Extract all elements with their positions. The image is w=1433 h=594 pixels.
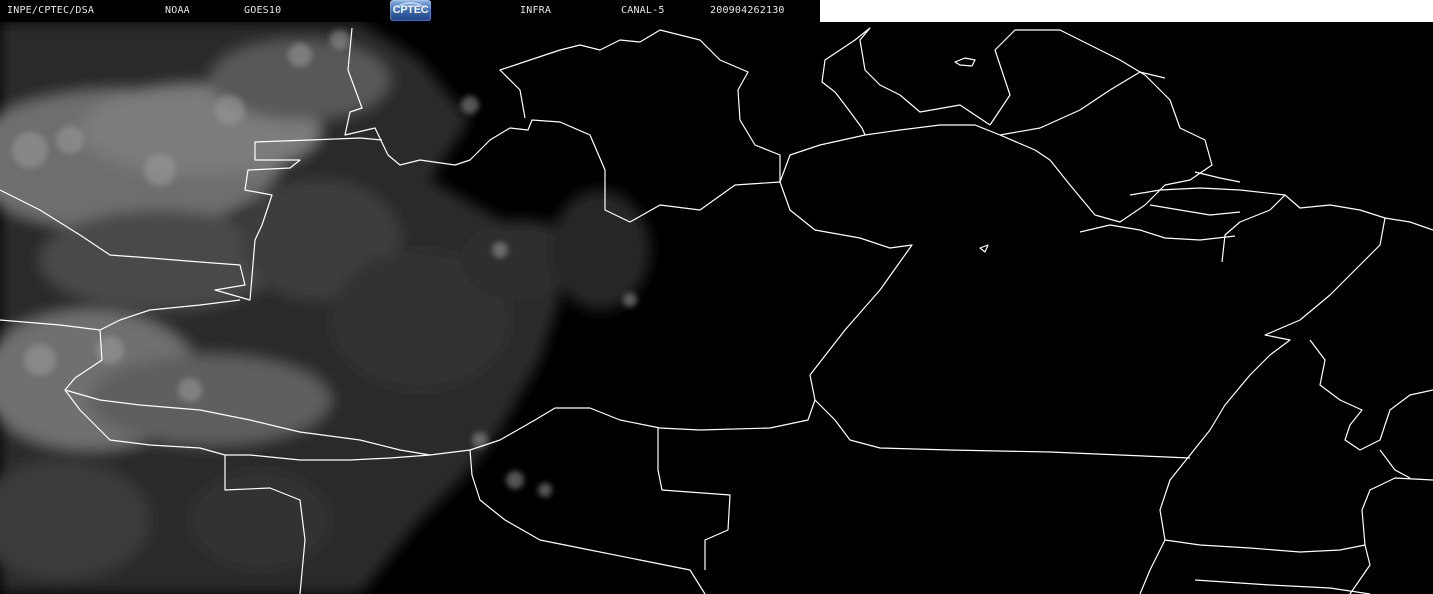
cloud-cover bbox=[0, 22, 650, 594]
satellite-image bbox=[0, 22, 1433, 594]
channel-label: CANAL-5 bbox=[621, 5, 665, 16]
logo-text: CPTEC bbox=[392, 4, 429, 16]
datetime-label: 200904262130 bbox=[710, 5, 785, 16]
image-header: INPE/CPTEC/DSA NOAA GOES10 CPTEC INFRA C… bbox=[0, 0, 820, 22]
agency-label: NOAA bbox=[165, 5, 190, 16]
cptec-logo: CPTEC bbox=[390, 0, 431, 21]
institution-label: INPE/CPTEC/DSA bbox=[7, 5, 95, 16]
satellite-image-viewer: INPE/CPTEC/DSA NOAA GOES10 CPTEC INFRA C… bbox=[0, 0, 1433, 594]
header-blank-area bbox=[820, 0, 1433, 22]
product-label: INFRA bbox=[520, 5, 552, 16]
satellite-label: GOES10 bbox=[244, 5, 282, 16]
